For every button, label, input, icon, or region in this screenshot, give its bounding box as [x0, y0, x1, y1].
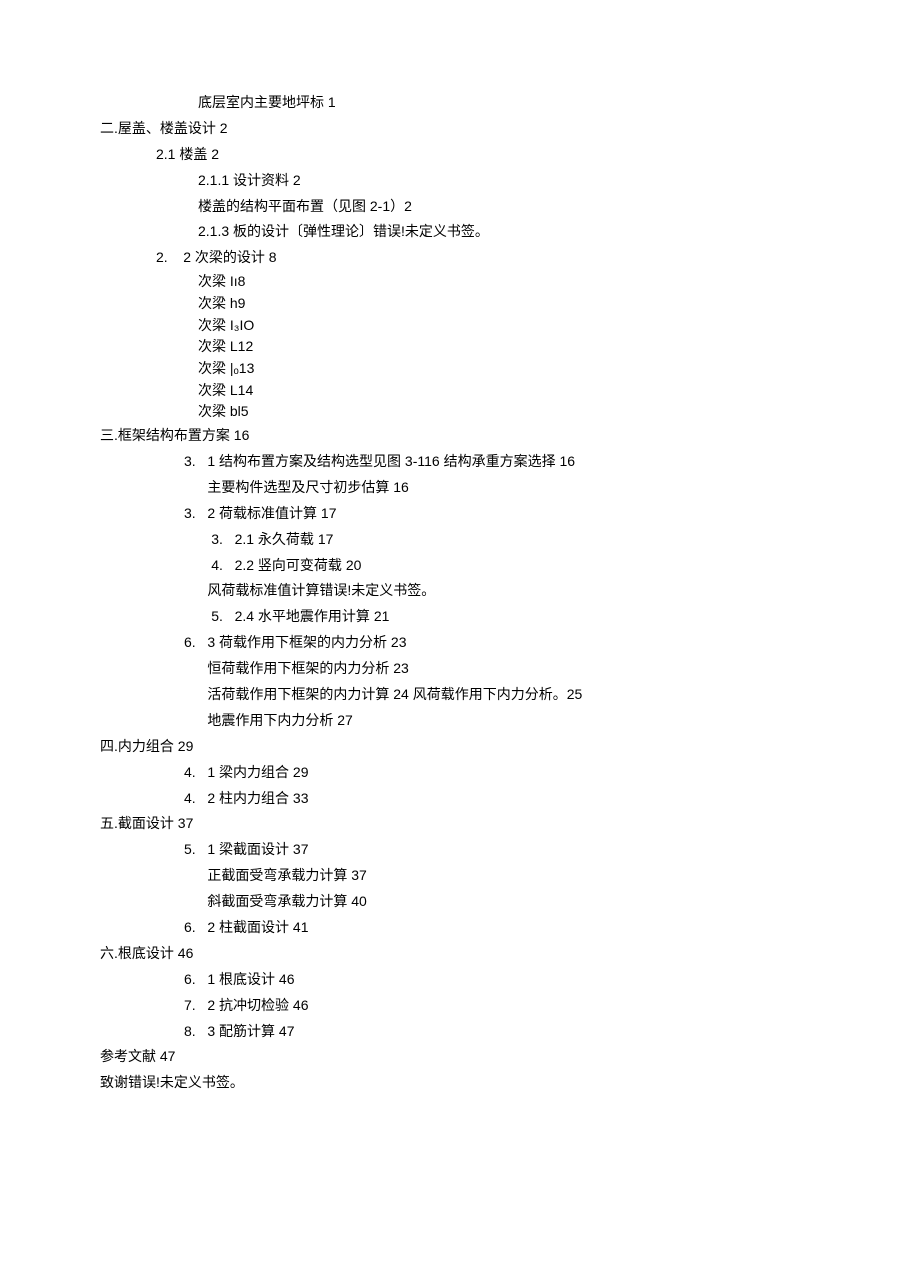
- toc-line-0: 底层室内主要地坪标 1: [100, 90, 820, 116]
- toc-line-23: 恒荷载作用下框架的内力分析 23: [100, 656, 820, 682]
- toc-line-24: 活荷载作用下框架的内力计算 24 风荷载作用下内力分析。25: [100, 682, 820, 708]
- toc-line-29: 五.截面设计 37: [100, 811, 820, 837]
- toc-line-3: 2.1.1 设计资料 2: [100, 168, 820, 194]
- toc-line-10: 次梁 L12: [100, 336, 820, 358]
- toc-line-6: 2. 2 次梁的设计 8: [100, 245, 820, 271]
- toc-line-35: 6. 1 根底设计 46: [100, 967, 820, 993]
- toc-line-31: 正截面受弯承载力计算 37: [100, 863, 820, 889]
- toc-line-1: 二.屋盖、楼盖设计 2: [100, 116, 820, 142]
- toc-line-22: 6. 3 荷载作用下框架的内力分析 23: [100, 630, 820, 656]
- toc-line-16: 主要构件选型及尺寸初步估算 16: [100, 475, 820, 501]
- toc-line-13: 次梁 bl5: [100, 401, 820, 423]
- toc-line-39: 致谢错误!未定义书签。: [100, 1070, 820, 1096]
- toc-line-19: 4. 2.2 竖向可变荷载 20: [100, 553, 820, 579]
- toc-line-30: 5. 1 梁截面设计 37: [100, 837, 820, 863]
- toc-line-25: 地震作用下内力分析 27: [100, 708, 820, 734]
- toc-line-8: 次梁 h9: [100, 293, 820, 315]
- toc-line-17: 3. 2 荷载标准值计算 17: [100, 501, 820, 527]
- toc-line-34: 六.根底设计 46: [100, 941, 820, 967]
- toc-line-27: 4. 1 梁内力组合 29: [100, 760, 820, 786]
- toc-line-18: 3. 2.1 永久荷载 17: [100, 527, 820, 553]
- toc-line-32: 斜截面受弯承载力计算 40: [100, 889, 820, 915]
- toc-line-26: 四.内力组合 29: [100, 734, 820, 760]
- toc-line-5: 2.1.3 板的设计〔弹性理论〕错误!未定义书签。: [100, 219, 820, 245]
- table-of-contents: 底层室内主要地坪标 1二.屋盖、楼盖设计 22.1 楼盖 22.1.1 设计资料…: [100, 90, 820, 1096]
- toc-line-21: 5. 2.4 水平地震作用计算 21: [100, 604, 820, 630]
- toc-line-11: 次梁 |ₒ13: [100, 358, 820, 380]
- toc-line-15: 3. 1 结构布置方案及结构选型见图 3-116 结构承重方案选择 16: [100, 449, 820, 475]
- toc-line-7: 次梁 Iı8: [100, 271, 820, 293]
- toc-line-38: 参考文献 47: [100, 1044, 820, 1070]
- toc-line-37: 8. 3 配筋计算 47: [100, 1019, 820, 1045]
- toc-line-9: 次梁 I₃IO: [100, 315, 820, 337]
- toc-line-12: 次梁 L14: [100, 380, 820, 402]
- toc-line-36: 7. 2 抗冲切检验 46: [100, 993, 820, 1019]
- toc-line-2: 2.1 楼盖 2: [100, 142, 820, 168]
- toc-line-14: 三.框架结构布置方案 16: [100, 423, 820, 449]
- toc-line-28: 4. 2 柱内力组合 33: [100, 786, 820, 812]
- toc-line-20: 风荷载标准值计算错误!未定义书签。: [100, 578, 820, 604]
- toc-line-33: 6. 2 柱截面设计 41: [100, 915, 820, 941]
- toc-line-4: 楼盖的结构平面布置（见图 2-1）2: [100, 194, 820, 220]
